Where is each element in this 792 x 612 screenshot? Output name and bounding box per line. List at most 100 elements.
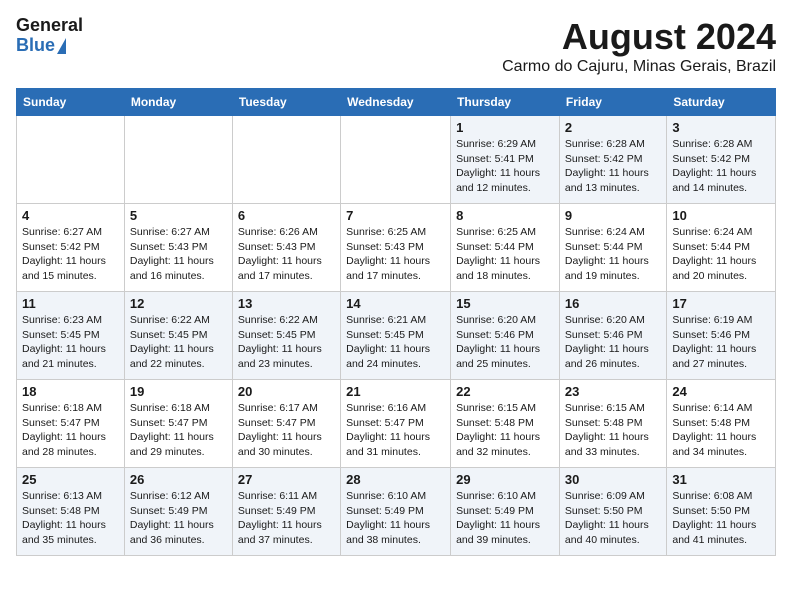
day-number: 30	[565, 472, 661, 487]
calendar-cell: 11Sunrise: 6:23 AM Sunset: 5:45 PM Dayli…	[17, 292, 125, 380]
day-info: Sunrise: 6:24 AM Sunset: 5:44 PM Dayligh…	[565, 225, 661, 284]
day-number: 3	[672, 120, 770, 135]
day-number: 24	[672, 384, 770, 399]
calendar-cell: 26 Sunrise: 6:12 AM Sunset: 5:49 PM Dayli…	[124, 468, 232, 556]
day-info: Sunrise: 6:16 AM Sunset: 5:47 PM Dayligh…	[346, 401, 445, 460]
calendar-cell: 21 Sunrise: 6:16 AM Sunset: 5:47 PM Dayli…	[341, 380, 451, 468]
calendar-cell: 14 Sunrise: 6:21 AM Sunset: 5:45 PM Dayli…	[341, 292, 451, 380]
calendar-cell: 6 Sunrise: 6:26 AM Sunset: 5:43 PM Daylig…	[232, 204, 340, 292]
day-info: Sunrise: 6:14 AM Sunset: 5:48 PM Dayligh…	[672, 401, 770, 460]
day-info: Sunrise: 6:20 AM Sunset: 5:46 PM Dayligh…	[456, 313, 554, 372]
day-info: Sunrise: 6:28 AM Sunset: 5:42 PM Dayligh…	[672, 137, 770, 196]
calendar-cell: 3 Sunrise: 6:28 AM Sunset: 5:42 PM Daylig…	[667, 116, 776, 204]
calendar-week-row: 4 Sunrise: 6:27 AM Sunset: 5:42 PM Daylig…	[17, 204, 776, 292]
weekday-header-sunday: Sunday	[17, 89, 125, 116]
calendar-cell: 27Sunrise: 6:11 AM Sunset: 5:49 PM Dayli…	[232, 468, 340, 556]
calendar-subtitle: Carmo do Cajuru, Minas Gerais, Brazil	[502, 58, 776, 76]
day-number: 13	[238, 296, 335, 311]
calendar-cell: 16 Sunrise: 6:20 AM Sunset: 5:46 PM Dayli…	[559, 292, 666, 380]
day-number: 31	[672, 472, 770, 487]
logo: General Blue	[16, 16, 83, 56]
day-info: Sunrise: 6:25 AM Sunset: 5:44 PM Dayligh…	[456, 225, 554, 284]
calendar-cell: 15Sunrise: 6:20 AM Sunset: 5:46 PM Dayli…	[451, 292, 560, 380]
day-info: Sunrise: 6:29 AM Sunset: 5:41 PM Dayligh…	[456, 137, 554, 196]
day-info: Sunrise: 6:27 AM Sunset: 5:43 PM Dayligh…	[130, 225, 227, 284]
day-info: Sunrise: 6:27 AM Sunset: 5:42 PM Dayligh…	[22, 225, 119, 284]
day-number: 17	[672, 296, 770, 311]
calendar-cell: 13 Sunrise: 6:22 AM Sunset: 5:45 PM Dayli…	[232, 292, 340, 380]
day-info: Sunrise: 6:28 AM Sunset: 5:42 PM Dayligh…	[565, 137, 661, 196]
calendar-cell	[232, 116, 340, 204]
day-number: 10	[672, 208, 770, 223]
day-number: 26	[130, 472, 227, 487]
day-info: Sunrise: 6:12 AM Sunset: 5:49 PM Dayligh…	[130, 489, 227, 548]
day-info: Sunrise: 6:20 AM Sunset: 5:46 PM Dayligh…	[565, 313, 661, 372]
day-info: Sunrise: 6:21 AM Sunset: 5:45 PM Dayligh…	[346, 313, 445, 372]
calendar-cell: 10 Sunrise: 6:24 AM Sunset: 5:44 PM Dayli…	[667, 204, 776, 292]
day-number: 18	[22, 384, 119, 399]
calendar-cell: 23 Sunrise: 6:15 AM Sunset: 5:48 PM Dayli…	[559, 380, 666, 468]
day-info: Sunrise: 6:15 AM Sunset: 5:48 PM Dayligh…	[456, 401, 554, 460]
weekday-header-monday: Monday	[124, 89, 232, 116]
day-number: 12	[130, 296, 227, 311]
day-info: Sunrise: 6:25 AM Sunset: 5:43 PM Dayligh…	[346, 225, 445, 284]
day-info: Sunrise: 6:13 AM Sunset: 5:48 PM Dayligh…	[22, 489, 119, 548]
weekday-header-wednesday: Wednesday	[341, 89, 451, 116]
weekday-header-thursday: Thursday	[451, 89, 560, 116]
title-area: August 2024 Carmo do Cajuru, Minas Gerai…	[502, 16, 776, 76]
calendar-cell: 18 Sunrise: 6:18 AM Sunset: 5:47 PM Dayli…	[17, 380, 125, 468]
weekday-header-tuesday: Tuesday	[232, 89, 340, 116]
logo-triangle-icon	[57, 38, 66, 54]
logo-general: General	[16, 16, 83, 36]
calendar-cell: 25 Sunrise: 6:13 AM Sunset: 5:48 PM Dayli…	[17, 468, 125, 556]
logo-blue: Blue	[16, 36, 55, 56]
day-number: 9	[565, 208, 661, 223]
calendar-cell: 7Sunrise: 6:25 AM Sunset: 5:43 PM Daylig…	[341, 204, 451, 292]
calendar-cell	[17, 116, 125, 204]
day-info: Sunrise: 6:26 AM Sunset: 5:43 PM Dayligh…	[238, 225, 335, 284]
day-info: Sunrise: 6:24 AM Sunset: 5:44 PM Dayligh…	[672, 225, 770, 284]
calendar-cell: 12 Sunrise: 6:22 AM Sunset: 5:45 PM Dayli…	[124, 292, 232, 380]
day-number: 1	[456, 120, 554, 135]
calendar-cell	[124, 116, 232, 204]
weekday-header-row: SundayMondayTuesdayWednesdayThursdayFrid…	[17, 89, 776, 116]
calendar-cell: 8Sunrise: 6:25 AM Sunset: 5:44 PM Daylig…	[451, 204, 560, 292]
day-info: Sunrise: 6:22 AM Sunset: 5:45 PM Dayligh…	[238, 313, 335, 372]
day-number: 29	[456, 472, 554, 487]
calendar-cell: 17 Sunrise: 6:19 AM Sunset: 5:46 PM Dayli…	[667, 292, 776, 380]
calendar-cell: 1 Sunrise: 6:29 AM Sunset: 5:41 PM Daylig…	[451, 116, 560, 204]
day-info: Sunrise: 6:18 AM Sunset: 5:47 PM Dayligh…	[22, 401, 119, 460]
day-info: Sunrise: 6:19 AM Sunset: 5:46 PM Dayligh…	[672, 313, 770, 372]
calendar-cell: 5 Sunrise: 6:27 AM Sunset: 5:43 PM Daylig…	[124, 204, 232, 292]
day-number: 23	[565, 384, 661, 399]
day-number: 5	[130, 208, 227, 223]
day-info: Sunrise: 6:22 AM Sunset: 5:45 PM Dayligh…	[130, 313, 227, 372]
day-number: 21	[346, 384, 445, 399]
day-number: 16	[565, 296, 661, 311]
day-number: 6	[238, 208, 335, 223]
day-info: Sunrise: 6:10 AM Sunset: 5:49 PM Dayligh…	[346, 489, 445, 548]
day-info: Sunrise: 6:08 AM Sunset: 5:50 PM Dayligh…	[672, 489, 770, 548]
day-number: 4	[22, 208, 119, 223]
day-number: 11	[22, 296, 119, 311]
calendar-table: SundayMondayTuesdayWednesdayThursdayFrid…	[16, 88, 776, 556]
calendar-cell: 30 Sunrise: 6:09 AM Sunset: 5:50 PM Dayli…	[559, 468, 666, 556]
day-number: 19	[130, 384, 227, 399]
day-info: Sunrise: 6:17 AM Sunset: 5:47 PM Dayligh…	[238, 401, 335, 460]
page-header: General Blue August 2024 Carmo do Cajuru…	[16, 16, 776, 76]
weekday-header-saturday: Saturday	[667, 89, 776, 116]
day-info: Sunrise: 6:09 AM Sunset: 5:50 PM Dayligh…	[565, 489, 661, 548]
calendar-cell	[341, 116, 451, 204]
calendar-week-row: 1 Sunrise: 6:29 AM Sunset: 5:41 PM Daylig…	[17, 116, 776, 204]
day-number: 25	[22, 472, 119, 487]
day-number: 14	[346, 296, 445, 311]
calendar-week-row: 25 Sunrise: 6:13 AM Sunset: 5:48 PM Dayli…	[17, 468, 776, 556]
day-info: Sunrise: 6:11 AM Sunset: 5:49 PM Dayligh…	[238, 489, 335, 548]
day-info: Sunrise: 6:15 AM Sunset: 5:48 PM Dayligh…	[565, 401, 661, 460]
calendar-title: August 2024	[502, 16, 776, 58]
day-number: 22	[456, 384, 554, 399]
day-number: 2	[565, 120, 661, 135]
calendar-cell: 31 Sunrise: 6:08 AM Sunset: 5:50 PM Dayli…	[667, 468, 776, 556]
calendar-cell: 19Sunrise: 6:18 AM Sunset: 5:47 PM Dayli…	[124, 380, 232, 468]
calendar-cell: 28Sunrise: 6:10 AM Sunset: 5:49 PM Dayli…	[341, 468, 451, 556]
